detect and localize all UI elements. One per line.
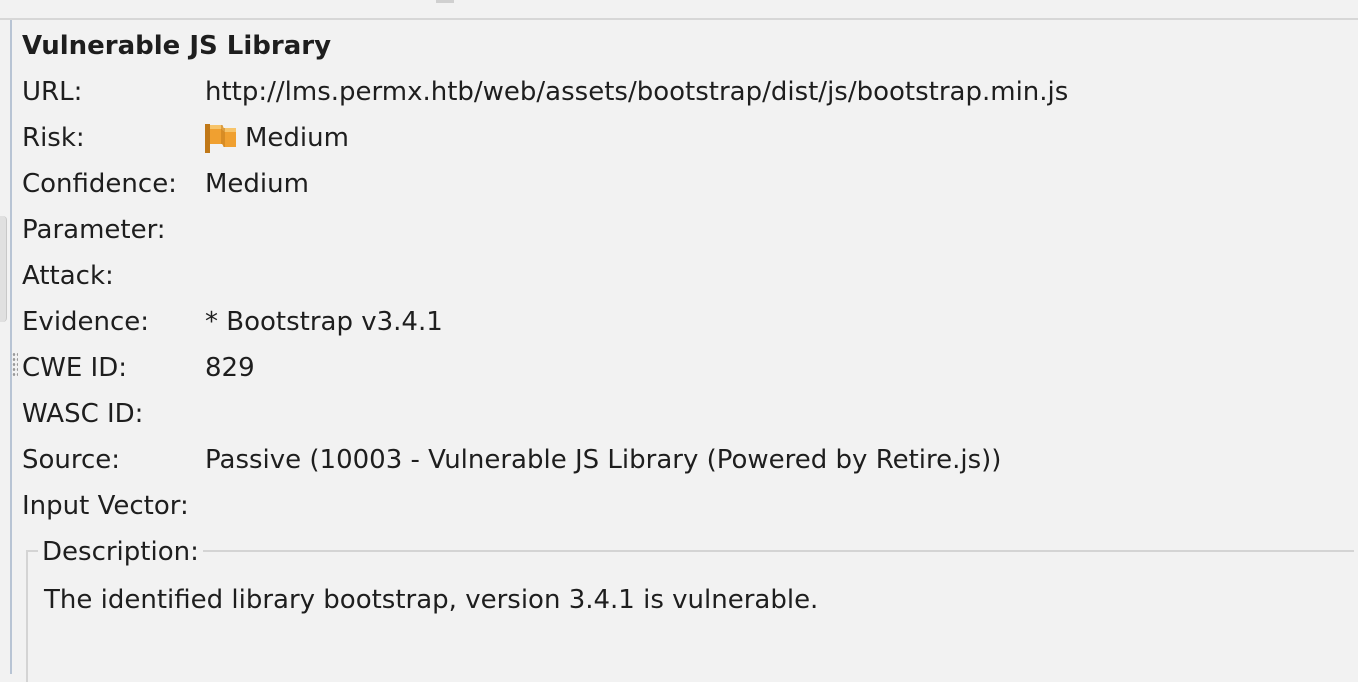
field-label-risk: Risk: <box>22 123 85 153</box>
field-label-parameter: Parameter: <box>22 215 166 245</box>
field-value-url[interactable]: http://lms.permx.htb/web/assets/bootstra… <box>205 74 1068 110</box>
field-label-wasc-id: WASC ID: <box>22 399 144 429</box>
field-value-evidence: * Bootstrap v3.4.1 <box>205 307 443 337</box>
field-label-evidence: Evidence: <box>22 307 150 337</box>
top-tab-strip <box>0 0 1358 20</box>
field-label-confidence: Confidence: <box>22 169 177 199</box>
left-panel-border <box>10 20 12 674</box>
field-label-url: URL: <box>22 77 83 107</box>
field-label-source: Source: <box>22 445 121 475</box>
field-value-risk-wrapper: Medium <box>205 120 349 156</box>
field-value-cwe-id[interactable]: 829 <box>205 350 255 386</box>
field-value-source: Passive (10003 - Vulnerable JS Library (… <box>205 445 1002 475</box>
splitter-grip-icon[interactable] <box>12 352 18 378</box>
field-label-input-vector: Input Vector: <box>22 491 189 521</box>
field-label-attack: Attack: <box>22 261 114 291</box>
field-value-risk: Medium <box>245 123 349 153</box>
description-text[interactable]: The identified library bootstrap, versio… <box>44 582 818 618</box>
alert-title: Vulnerable JS Library <box>22 31 332 61</box>
description-box: Description: The identified library boot… <box>26 534 1354 682</box>
field-label-cwe-id: CWE ID: <box>22 353 128 383</box>
tab-fragment <box>436 0 454 3</box>
orange-flag-icon <box>205 124 236 153</box>
alert-details-panel: Vulnerable JS Library URL: http://lms.pe… <box>22 24 1354 682</box>
left-collapse-handle[interactable] <box>0 216 7 322</box>
description-legend: Description: <box>38 534 203 570</box>
field-value-confidence: Medium <box>205 169 309 199</box>
